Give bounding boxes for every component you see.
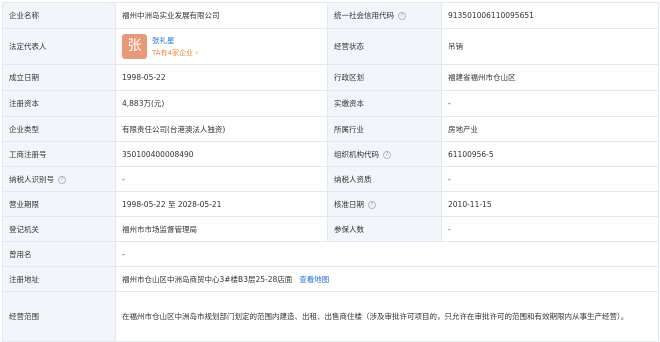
label-insured: 参保人数 [327, 216, 442, 242]
legal-rep-companies-link[interactable]: TA有4家企业 › [152, 47, 198, 59]
label-status: 经营状态 [327, 28, 442, 65]
table-row: 企业类型 有限责任公司(台港澳法人独资) 所属行业 房地产业 [2, 116, 659, 142]
question-circle-icon[interactable]: ? [58, 175, 66, 184]
value-reg-authority: 福州市市场监督管理局 [115, 216, 328, 242]
value-taxpayer-id: - [115, 166, 328, 192]
value-industry: 房地产业 [441, 116, 659, 142]
value-reg-capital: 4,883万(元) [115, 90, 328, 117]
label-biz-scope: 经营范围 [2, 291, 116, 342]
label-biz-reg-no: 工商注册号 [2, 141, 116, 167]
label-org-code-text: 组织机构代码 [334, 149, 379, 159]
value-company-type: 有限责任公司(台港澳法人独资) [115, 116, 328, 142]
label-district: 行政区划 [327, 64, 442, 91]
value-company-name: 福州中洲岛实业发展有限公司 [115, 2, 328, 29]
value-former-name: - [115, 241, 659, 267]
label-industry: 所属行业 [327, 116, 442, 142]
label-credit-code-text: 统一社会信用代码 [334, 11, 394, 20]
value-biz-reg-no: 350100400008490 [115, 141, 328, 167]
label-approval-date: 核准日期? [327, 191, 442, 217]
view-map-link[interactable]: 查看地图 [299, 275, 329, 284]
label-reg-authority: 登记机关 [2, 216, 116, 242]
table-row: 登记机关 福州市市场监督管理局 参保人数 - [2, 216, 659, 242]
table-row: 营业期限 1998-05-22 至 2028-05-21 核准日期? 2010-… [2, 191, 659, 217]
label-paid-capital: 实缴资本 [327, 90, 442, 117]
table-row: 法定代表人 张张礼星 TA有4家企业 › 经营状态 吊销 [2, 28, 659, 65]
table-row: 注册资本 4,883万(元) 实缴资本 - [2, 90, 659, 117]
label-org-code: 组织机构代码? [327, 141, 442, 167]
question-circle-icon[interactable]: ? [368, 200, 376, 209]
table-row: 曾用名 - [2, 241, 659, 267]
table-row: 成立日期 1998-05-22 行政区划 福建省福州市仓山区 [2, 64, 659, 91]
table-row: 企业名称 福州中洲岛实业发展有限公司 统一社会信用代码? 91350100611… [2, 2, 659, 29]
label-taxpayer-id: 纳税人识别号? [2, 166, 116, 192]
value-org-code: 61100956-5 [441, 141, 659, 167]
value-status: 吊销 [441, 28, 659, 65]
reg-address-text: 福州市仓山区中洲岛商贸中心3#楼B3层25-28店面 [122, 274, 293, 284]
question-circle-icon[interactable]: ? [383, 150, 391, 159]
legal-rep-info: 张礼星 TA有4家企业 › [152, 35, 198, 59]
label-taxpayer-id-text: 纳税人识别号 [9, 174, 54, 184]
label-former-name: 曾用名 [2, 241, 116, 267]
value-district: 福建省福州市仓山区 [441, 64, 659, 91]
value-approval-date: 2010-11-15 [441, 191, 659, 217]
avatar[interactable]: 张 [122, 34, 147, 59]
question-circle-icon[interactable]: ? [398, 12, 406, 20]
legal-rep-name-link[interactable]: 张礼星 [152, 35, 198, 47]
label-reg-capital: 注册资本 [2, 90, 116, 117]
value-legal-rep: 张张礼星 TA有4家企业 › [115, 28, 328, 65]
value-biz-scope: 在福州市仓山区中洲岛市规划部门划定的范围内建造、出租、出售商住楼（涉及审批许可项… [115, 291, 659, 342]
company-info-table: 企业名称 福州中洲岛实业发展有限公司 统一社会信用代码? 91350100611… [2, 2, 659, 342]
table-row: 经营范围 在福州市仓山区中洲岛市规划部门划定的范围内建造、出租、出售商住楼（涉及… [2, 291, 659, 342]
label-biz-term: 营业期限 [2, 191, 116, 217]
label-credit-code: 统一社会信用代码? [327, 2, 442, 29]
value-credit-code: 913501006110095651 [441, 2, 659, 29]
value-founded: 1998-05-22 [115, 64, 328, 91]
table-row: 注册地址 福州市仓山区中洲岛商贸中心3#楼B3层25-28店面 查看地图 [2, 266, 659, 292]
value-reg-address: 福州市仓山区中洲岛商贸中心3#楼B3层25-28店面 查看地图 [115, 266, 659, 292]
table-row: 纳税人识别号? - 纳税人资质 - [2, 166, 659, 192]
label-legal-rep: 法定代表人 [2, 28, 116, 65]
value-paid-capital: - [441, 90, 659, 117]
label-founded: 成立日期 [2, 64, 116, 91]
value-insured: - [441, 216, 659, 242]
label-reg-address: 注册地址 [2, 266, 116, 292]
label-company-name: 企业名称 [2, 2, 116, 29]
value-taxpayer-qual: - [441, 166, 659, 192]
label-company-type: 企业类型 [2, 116, 116, 142]
label-approval-date-text: 核准日期 [334, 199, 364, 209]
label-taxpayer-qual: 纳税人资质 [327, 166, 442, 192]
table-row: 工商注册号 350100400008490 组织机构代码? 61100956-5 [2, 141, 659, 167]
value-biz-term: 1998-05-22 至 2028-05-21 [115, 191, 328, 217]
